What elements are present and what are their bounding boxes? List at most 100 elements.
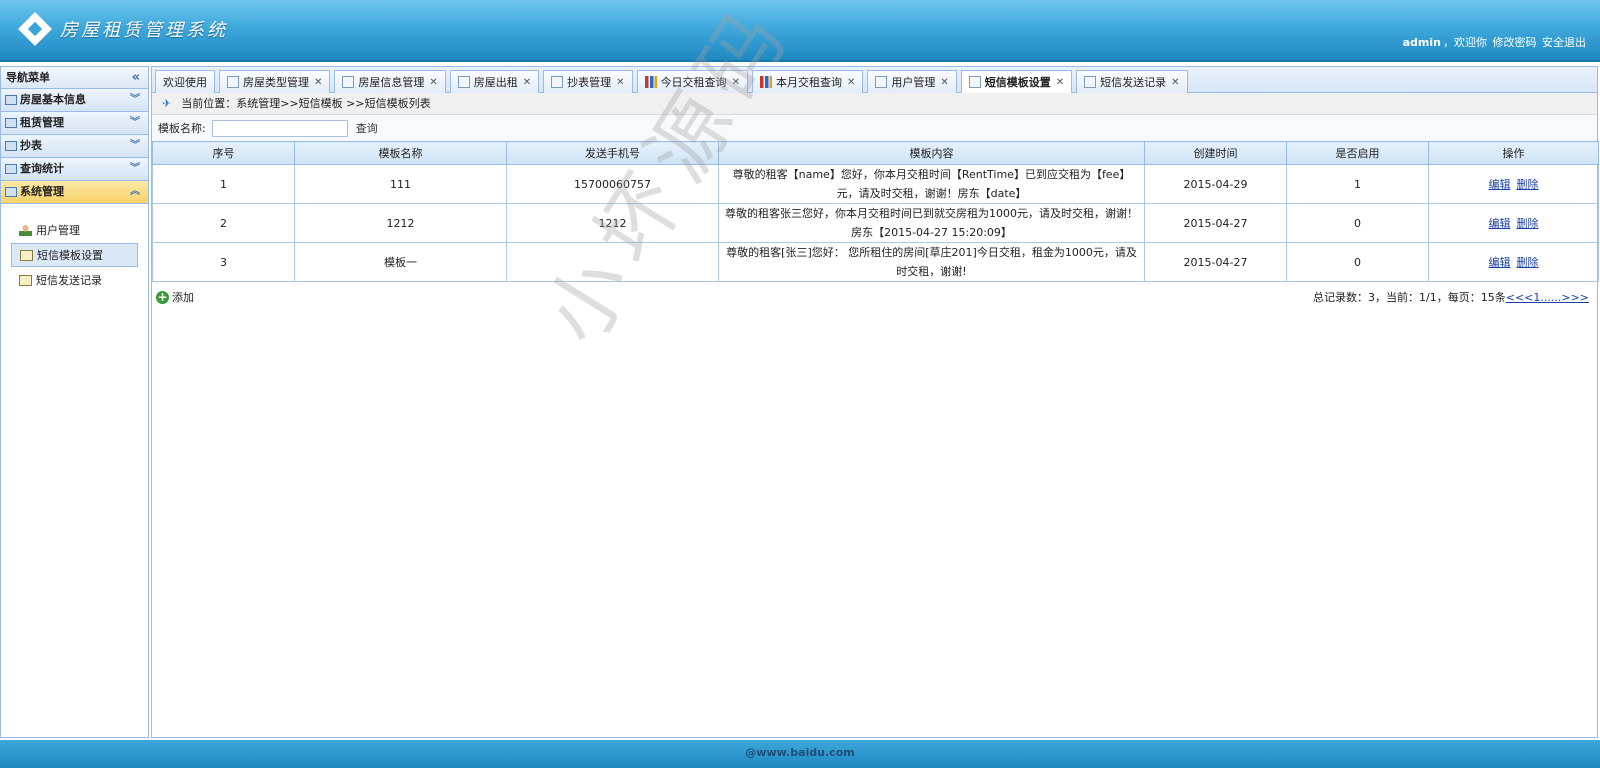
edit-link[interactable]: 编辑 bbox=[1489, 178, 1511, 191]
sidebar-title: 导航菜单 « bbox=[1, 67, 148, 89]
template-name-input[interactable] bbox=[211, 119, 348, 137]
search-bar: 模板名称: 查询 bbox=[152, 115, 1597, 141]
tab-house-info[interactable]: 房屋信息管理 ✕ bbox=[334, 70, 446, 93]
row-actions: 编辑 删除 bbox=[1428, 242, 1599, 282]
delete-link[interactable]: 删除 bbox=[1517, 217, 1539, 230]
plus-icon: + bbox=[156, 289, 169, 304]
sidebar-item-user-management[interactable]: 用户管理 bbox=[11, 218, 138, 242]
row-actions: 编辑 删除 bbox=[1428, 164, 1599, 204]
tab-sms-template[interactable]: 短信模板设置 ✕ bbox=[960, 70, 1073, 93]
template-content: 尊敬的租客【name】您好，你本月交租时间【RentTime】已到应交租为【fe… bbox=[718, 164, 1145, 204]
add-button[interactable]: + 添加 bbox=[156, 289, 194, 305]
tab-bar: 欢迎使用 房屋类型管理 ✕ 房屋信息管理 ✕ 房屋出租 ✕ 抄表管理 ✕ 今日交租查询 ✕… bbox=[152, 67, 1597, 93]
table-footer: + 添加 总记录数：3，当前：1/1，每页：15条<<<1......>>> bbox=[152, 282, 1597, 312]
tab-user-management[interactable]: 用户管理 ✕ bbox=[867, 70, 957, 93]
collapse-sidebar-icon[interactable]: « bbox=[132, 67, 140, 89]
search-button[interactable]: 查询 bbox=[356, 120, 378, 136]
column-header: 操作 bbox=[1428, 141, 1599, 165]
chevron-down-icon: ︾ bbox=[130, 140, 140, 151]
edit-link[interactable]: 编辑 bbox=[1489, 217, 1511, 230]
table-row: 1 111 15700060757 尊敬的租客【name】您好，你本月交租时间【… bbox=[152, 164, 1599, 204]
row-number: 1 bbox=[152, 164, 295, 204]
tab-house-rent[interactable]: 房屋出租 ✕ bbox=[449, 70, 540, 93]
change-password-link[interactable]: 修改密码 bbox=[1493, 36, 1537, 49]
tab-house-type[interactable]: 房屋类型管理 ✕ bbox=[219, 70, 331, 93]
close-icon[interactable]: ✕ bbox=[616, 72, 624, 93]
template-content: 尊敬的租客张三您好，你本月交租时间已到就交房租为1000元，请及时交租，谢谢！房… bbox=[718, 203, 1145, 243]
close-icon[interactable]: ✕ bbox=[847, 72, 855, 93]
chart-icon bbox=[644, 76, 657, 88]
column-header: 创建时间 bbox=[1144, 141, 1287, 165]
table-row: 2 1212 1212 尊敬的租客张三您好，你本月交租时间已到就交房租为1000… bbox=[152, 203, 1599, 243]
template-name: 模板一 bbox=[294, 242, 507, 282]
close-icon[interactable]: ✕ bbox=[523, 72, 531, 93]
delete-link[interactable]: 删除 bbox=[1517, 256, 1539, 269]
tab-welcome[interactable]: 欢迎使用 bbox=[155, 70, 215, 93]
logo-icon bbox=[18, 12, 52, 46]
template-name: 111 bbox=[294, 164, 507, 204]
enabled-flag: 1 bbox=[1286, 164, 1429, 204]
column-header: 发送手机号 bbox=[506, 141, 719, 165]
document-icon bbox=[227, 76, 239, 88]
tab-today-rent[interactable]: 今日交租查询 ✕ bbox=[636, 70, 748, 93]
book-icon bbox=[1084, 76, 1097, 88]
phone-number: 1212 bbox=[506, 203, 719, 243]
user-icon bbox=[19, 224, 32, 236]
breadcrumb: ✈ 当前位置：系统管理>>短信模板 >>短信模板列表 bbox=[152, 93, 1597, 115]
close-icon[interactable]: ✕ bbox=[314, 72, 322, 93]
book-icon bbox=[968, 76, 981, 88]
chevron-down-icon: ︾ bbox=[130, 117, 140, 128]
close-icon[interactable]: ✕ bbox=[732, 72, 740, 93]
user-icon bbox=[875, 76, 888, 88]
row-number: 2 bbox=[152, 203, 295, 243]
breadcrumb-text: 当前位置：系统管理>>短信模板 >>短信模板列表 bbox=[181, 96, 431, 110]
created-date: 2015-04-27 bbox=[1144, 242, 1287, 282]
chevron-up-icon: ︽ bbox=[130, 186, 140, 197]
created-date: 2015-04-27 bbox=[1144, 203, 1287, 243]
sidebar: 导航菜单 « 房屋基本信息 ︾ 租赁管理 ︾ 抄表 ︾ 查询统计 ︾ 系统管理 … bbox=[0, 66, 149, 738]
folder-icon bbox=[5, 95, 17, 105]
delete-link[interactable]: 删除 bbox=[1517, 178, 1539, 191]
sidebar-section-lease[interactable]: 租赁管理 ︾ bbox=[1, 112, 148, 135]
enabled-flag: 0 bbox=[1286, 242, 1429, 282]
chevron-down-icon: ︾ bbox=[130, 163, 140, 174]
footer-bar: @www.baidu.com bbox=[0, 740, 1600, 768]
close-icon[interactable]: ✕ bbox=[1056, 72, 1064, 93]
table-header-row: 序号 模板名称 发送手机号 模板内容 创建时间 是否启用 操作 bbox=[152, 141, 1599, 165]
pagination-links[interactable]: <<<1......>>> bbox=[1506, 291, 1589, 304]
row-number: 3 bbox=[152, 242, 295, 282]
table-row: 3 模板一 尊敬的租客[张三]您好： 您所租住的房间[草庄201]今日交租，租金… bbox=[152, 242, 1599, 282]
tab-meter[interactable]: 抄表管理 ✕ bbox=[543, 70, 633, 93]
tab-month-rent[interactable]: 本月交租查询 ✕ bbox=[751, 70, 864, 93]
column-header: 模板名称 bbox=[294, 141, 507, 165]
footer-text: @www.baidu.com bbox=[745, 746, 855, 759]
folder-icon bbox=[5, 118, 17, 128]
book-icon bbox=[20, 249, 33, 261]
sidebar-item-sms-records[interactable]: 短信发送记录 bbox=[11, 268, 138, 292]
app-header: 房屋租赁管理系统 admin ，欢迎你 修改密码 安全退出 bbox=[0, 0, 1600, 62]
template-table: 序号 模板名称 发送手机号 模板内容 创建时间 是否启用 操作 1 111 15… bbox=[152, 141, 1599, 282]
pin-icon: ✈ bbox=[162, 96, 172, 110]
row-actions: 编辑 删除 bbox=[1428, 203, 1599, 243]
folder-icon bbox=[5, 187, 17, 197]
sidebar-section-meter[interactable]: 抄表 ︾ bbox=[1, 135, 148, 158]
edit-link[interactable]: 编辑 bbox=[1489, 256, 1511, 269]
close-icon[interactable]: ✕ bbox=[429, 72, 437, 93]
username: admin bbox=[1402, 36, 1441, 49]
sidebar-section-query[interactable]: 查询统计 ︾ bbox=[1, 158, 148, 181]
close-icon[interactable]: ✕ bbox=[940, 72, 948, 93]
sidebar-section-house-info[interactable]: 房屋基本信息 ︾ bbox=[1, 89, 148, 112]
close-icon[interactable]: ✕ bbox=[1171, 72, 1179, 93]
sidebar-item-sms-template[interactable]: 短信模板设置 bbox=[11, 243, 138, 267]
book-icon bbox=[19, 274, 32, 286]
sidebar-section-system[interactable]: 系统管理 ︽ bbox=[1, 181, 148, 204]
folder-icon bbox=[5, 141, 17, 151]
app-title: 房屋租赁管理系统 bbox=[60, 20, 228, 41]
phone-number: 15700060757 bbox=[506, 164, 719, 204]
enabled-flag: 0 bbox=[1286, 203, 1429, 243]
logout-link[interactable]: 安全退出 bbox=[1542, 36, 1586, 49]
document-icon bbox=[342, 76, 355, 88]
template-name: 1212 bbox=[294, 203, 507, 243]
search-label: 模板名称: bbox=[158, 122, 206, 135]
tab-sms-records[interactable]: 短信发送记录 ✕ bbox=[1076, 70, 1188, 93]
